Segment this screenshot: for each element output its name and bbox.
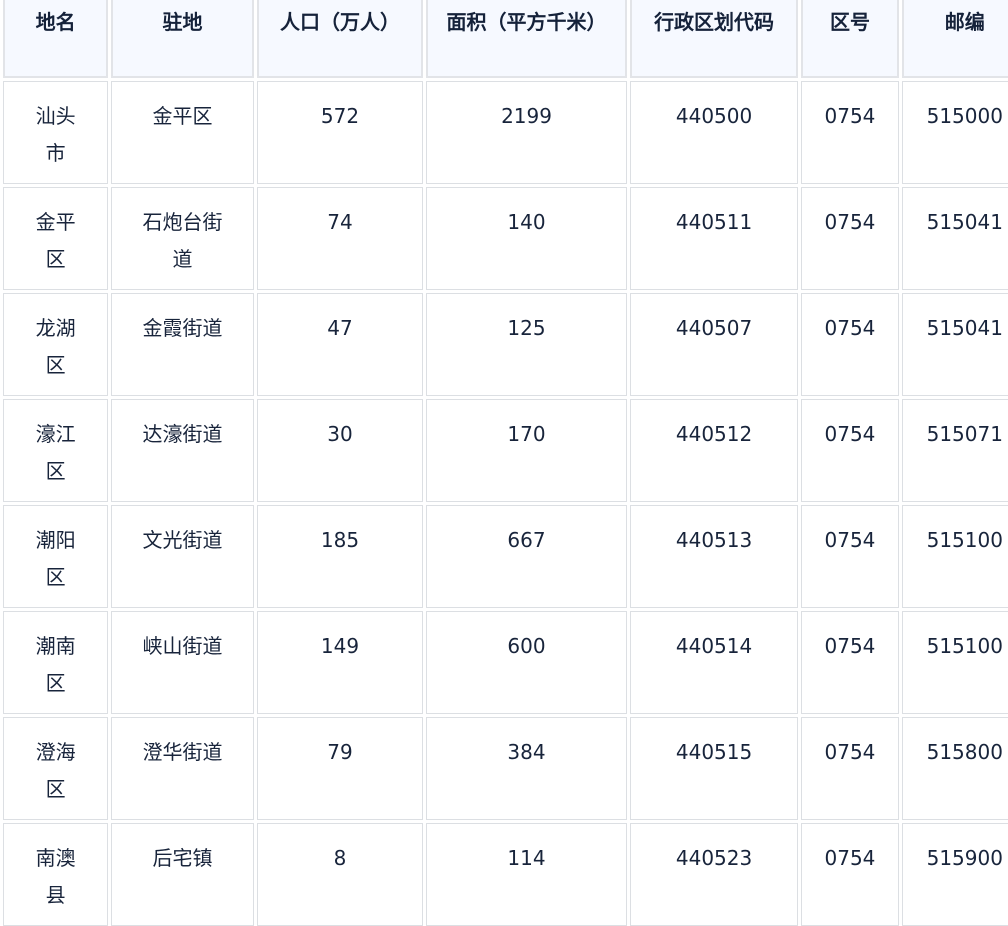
header-postal-code: 邮编 [901,0,1008,78]
cell-seat: 金霞街道 [111,293,254,396]
cell-area: 600 [426,611,627,714]
table-row: 南澳县 后宅镇 8 114 440523 0754 515900 [3,823,1008,926]
cell-postal-code: 515071 [901,399,1008,502]
cell-postal-code: 515041 [901,293,1008,396]
cell-place-name: 南澳县 [3,823,109,926]
cell-division-code: 440512 [629,399,799,502]
cell-seat: 金平区 [111,81,254,184]
cell-division-code: 440514 [629,611,799,714]
table-row: 澄海区 澄华街道 79 384 440515 0754 515800 [3,717,1008,820]
cell-postal-code: 515900 [901,823,1008,926]
cell-area: 2199 [426,81,627,184]
cell-area-code: 0754 [801,823,899,926]
cell-population: 30 [256,399,424,502]
table-header: 地名 驻地 人口（万人） 面积（平方千米） 行政区划代码 区号 邮编 [3,0,1008,78]
cell-population: 572 [256,81,424,184]
header-area-code: 区号 [801,0,899,78]
cell-area: 667 [426,505,627,608]
cell-division-code: 440515 [629,717,799,820]
data-table-container: 地名 驻地 人口（万人） 面积（平方千米） 行政区划代码 区号 邮编 汕头市 金… [0,0,1008,926]
cell-postal-code: 515100 [901,611,1008,714]
cell-division-code: 440523 [629,823,799,926]
cell-area: 140 [426,187,627,290]
table-row: 汕头市 金平区 572 2199 440500 0754 515000 [3,81,1008,184]
table-row: 濠江区 达濠街道 30 170 440512 0754 515071 [3,399,1008,502]
header-area: 面积（平方千米） [426,0,627,78]
table-row: 潮阳区 文光街道 185 667 440513 0754 515100 [3,505,1008,608]
cell-seat: 峡山街道 [111,611,254,714]
cell-area-code: 0754 [801,399,899,502]
table-body: 汕头市 金平区 572 2199 440500 0754 515000 金平区 … [3,81,1008,926]
cell-seat: 文光街道 [111,505,254,608]
cell-population: 47 [256,293,424,396]
cell-place-name: 濠江区 [3,399,109,502]
table-row: 金平区 石炮台街道 74 140 440511 0754 515041 [3,187,1008,290]
cell-population: 185 [256,505,424,608]
cell-division-code: 440500 [629,81,799,184]
cell-population: 74 [256,187,424,290]
cell-seat: 澄华街道 [111,717,254,820]
table-row: 龙湖区 金霞街道 47 125 440507 0754 515041 [3,293,1008,396]
cell-seat: 后宅镇 [111,823,254,926]
cell-division-code: 440507 [629,293,799,396]
cell-area-code: 0754 [801,505,899,608]
cell-population: 79 [256,717,424,820]
cell-area-code: 0754 [801,717,899,820]
table-row: 潮南区 峡山街道 149 600 440514 0754 515100 [3,611,1008,714]
cell-postal-code: 515800 [901,717,1008,820]
district-table: 地名 驻地 人口（万人） 面积（平方千米） 行政区划代码 区号 邮编 汕头市 金… [0,0,1008,926]
cell-place-name: 汕头市 [3,81,109,184]
cell-division-code: 440513 [629,505,799,608]
cell-population: 149 [256,611,424,714]
cell-postal-code: 515041 [901,187,1008,290]
cell-area: 125 [426,293,627,396]
cell-place-name: 龙湖区 [3,293,109,396]
cell-postal-code: 515000 [901,81,1008,184]
cell-area-code: 0754 [801,293,899,396]
header-row: 地名 驻地 人口（万人） 面积（平方千米） 行政区划代码 区号 邮编 [3,0,1008,78]
header-population: 人口（万人） [256,0,424,78]
cell-area-code: 0754 [801,611,899,714]
cell-postal-code: 515100 [901,505,1008,608]
cell-population: 8 [256,823,424,926]
cell-area: 170 [426,399,627,502]
cell-seat: 达濠街道 [111,399,254,502]
cell-seat: 石炮台街道 [111,187,254,290]
cell-area-code: 0754 [801,187,899,290]
cell-place-name: 潮阳区 [3,505,109,608]
cell-place-name: 金平区 [3,187,109,290]
cell-area: 384 [426,717,627,820]
cell-division-code: 440511 [629,187,799,290]
cell-place-name: 潮南区 [3,611,109,714]
header-division-code: 行政区划代码 [629,0,799,78]
cell-area-code: 0754 [801,81,899,184]
header-seat: 驻地 [111,0,254,78]
cell-area: 114 [426,823,627,926]
header-place-name: 地名 [3,0,109,78]
cell-place-name: 澄海区 [3,717,109,820]
